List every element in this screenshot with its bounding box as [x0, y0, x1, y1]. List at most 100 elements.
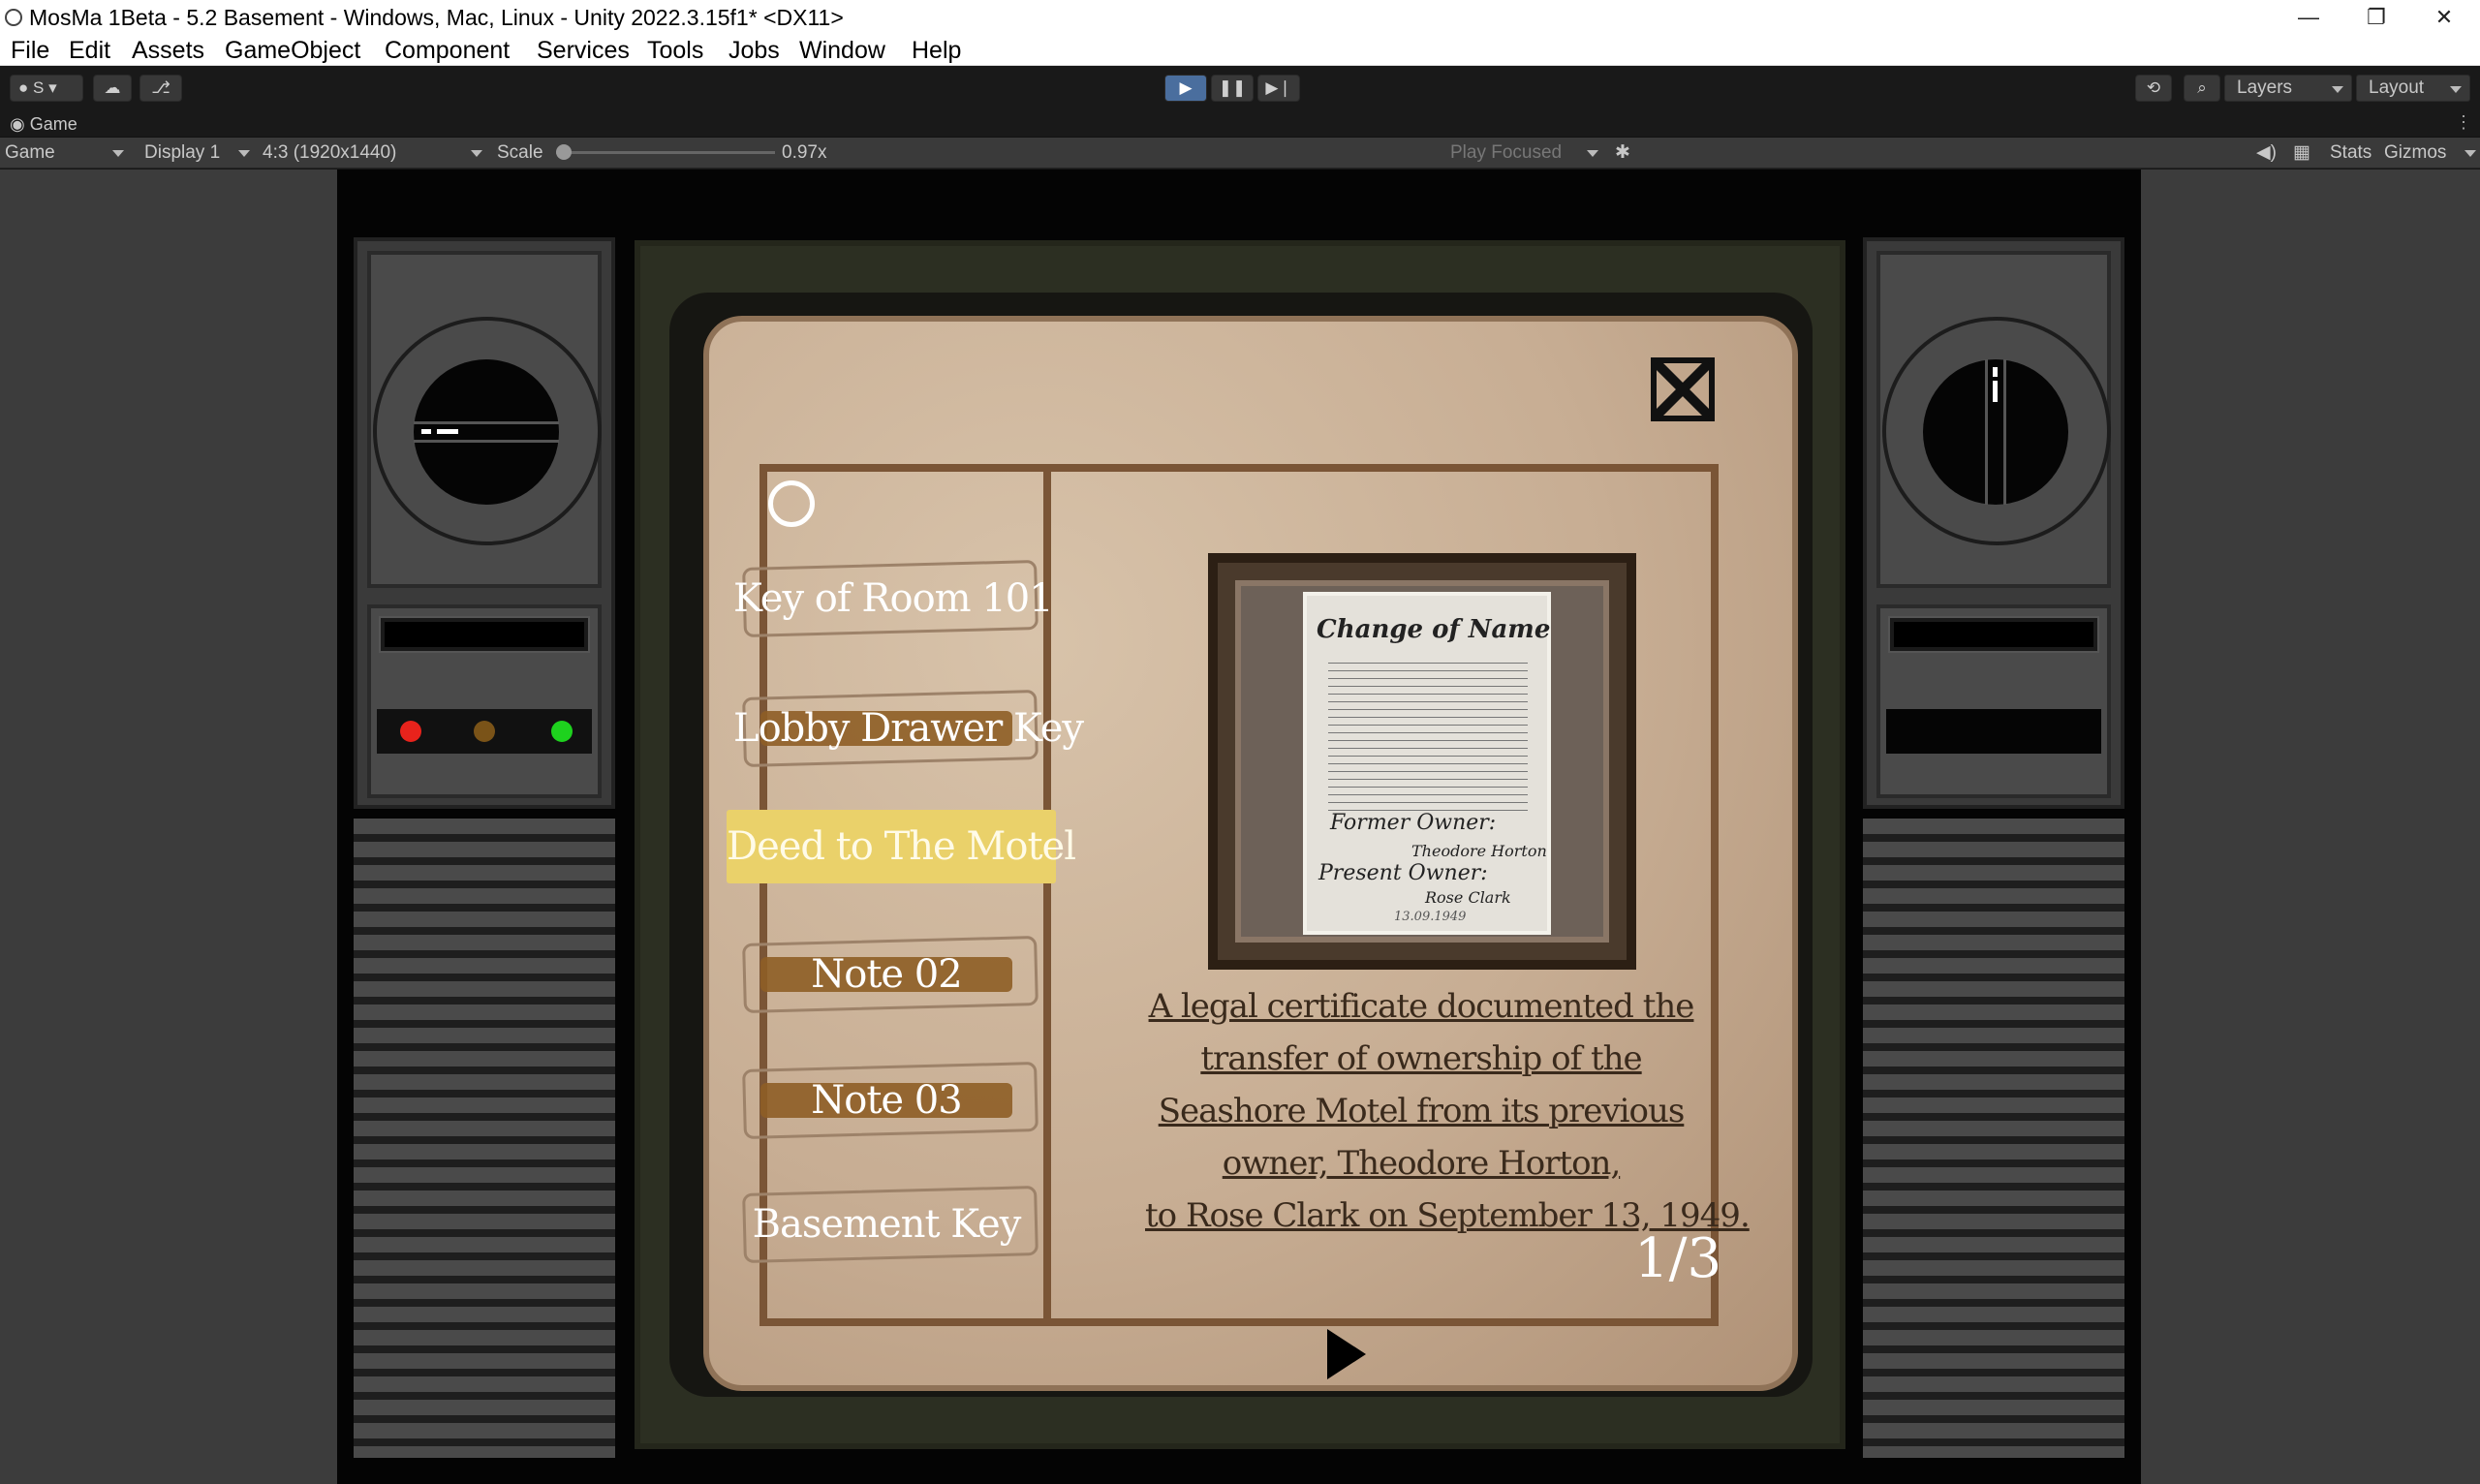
game-panel-header: ◉ Game ⋮: [0, 110, 2480, 138]
gamepad-icon: ◉: [10, 114, 25, 134]
gizmos-dropdown[interactable]: Gizmos: [2379, 139, 2480, 167]
game-mode-label: Game: [5, 142, 55, 163]
history-button[interactable]: ⟲: [2135, 75, 2172, 102]
certificate-present-name: Rose Clark: [1425, 888, 1511, 907]
item-preview-frame: Change of Name Former Owner: Theodore Ho…: [1208, 553, 1636, 970]
chevron-down-icon: [238, 150, 250, 157]
item-key-room-101[interactable]: Key of Room 101: [733, 560, 1054, 637]
layout-dropdown[interactable]: Layout: [2356, 75, 2470, 102]
cloud-icon: ☁: [104, 78, 121, 97]
menu-services[interactable]: Services: [537, 35, 630, 66]
dial-knob: [414, 359, 559, 505]
item-label: Deed to The Motel: [727, 824, 1076, 869]
indicator-circle-icon: [768, 480, 815, 527]
aspect-label: 4:3 (1920x1440): [263, 142, 397, 163]
item-label: Lobby Drawer Key: [733, 706, 1084, 751]
minimize-button[interactable]: —: [2275, 0, 2342, 35]
play-focused-label: Play Focused: [1450, 142, 1563, 163]
branch-icon: ⎇: [151, 78, 170, 97]
speaker-control-panel: [367, 604, 602, 798]
pause-icon: ❚❚: [1218, 78, 1247, 97]
certificate-image: Change of Name Former Owner: Theodore Ho…: [1303, 592, 1551, 935]
chevron-down-icon: [471, 150, 482, 157]
item-lobby-drawer-key[interactable]: Lobby Drawer Key: [733, 690, 1084, 767]
menu-bar: File Edit Assets GameObject Component Se…: [0, 35, 2480, 66]
speaker-cabinet: [1863, 237, 2124, 809]
item-note-03[interactable]: Note 03: [733, 1062, 1039, 1139]
tab-game[interactable]: ◉ Game: [10, 112, 78, 136]
restore-button[interactable]: ❐: [2342, 0, 2410, 35]
menu-tools[interactable]: Tools: [647, 35, 703, 66]
item-deed-to-motel[interactable]: Deed to The Motel: [727, 810, 1076, 883]
certificate-title: Change of Name: [1317, 615, 1551, 644]
speaker-grille: [1863, 819, 2124, 1458]
next-page-button[interactable]: [1327, 1329, 1366, 1379]
scale-label: Scale: [497, 142, 543, 163]
game-mode-dropdown[interactable]: Game: [0, 139, 128, 167]
scale-value: 0.97x: [782, 142, 827, 163]
main-toolbar: ● S ▾ ☁ ⎇ ▶ ❚❚ ▶❘ ⟲ ⌕ Layers Layout: [0, 66, 2480, 110]
play-button[interactable]: ▶: [1164, 75, 1207, 102]
speaker-cone: [367, 251, 602, 588]
menu-gameobject[interactable]: GameObject: [225, 35, 360, 66]
pause-button[interactable]: ❚❚: [1211, 75, 1254, 102]
play-focused-dropdown[interactable]: Play Focused: [1445, 139, 1602, 167]
certificate-body-lines: [1328, 656, 1528, 811]
cloud-button[interactable]: ☁: [93, 75, 132, 102]
page-indicator: 1/3: [1634, 1227, 1722, 1290]
description-line: to Rose Clark on September 13, 1949.: [1145, 1196, 1751, 1235]
item-description: A legal certificate documented the trans…: [1145, 980, 1751, 1242]
account-label: S: [33, 78, 45, 97]
certificate-former-name: Theodore Horton: [1411, 842, 1547, 860]
step-button[interactable]: ▶❘: [1257, 75, 1300, 102]
item-basement-key[interactable]: Basement Key: [733, 1186, 1039, 1263]
item-note-02[interactable]: Note 02: [733, 936, 1039, 1013]
dial-knob: [1923, 359, 2068, 505]
speaker-cone: [1876, 251, 2111, 588]
item-label: Basement Key: [752, 1202, 1022, 1247]
game-canvas: Key of Room 101 Lobby Drawer Key Deed to…: [337, 170, 2141, 1484]
inventory-board: Key of Room 101 Lobby Drawer Key Deed to…: [635, 240, 1845, 1449]
speaker-cabinet: [354, 237, 615, 809]
close-inventory-button[interactable]: [1649, 356, 1717, 423]
display-dropdown[interactable]: Display 1: [140, 139, 254, 167]
menu-edit[interactable]: Edit: [69, 35, 110, 66]
amber-lamp-icon: [474, 721, 495, 742]
description-line: Seashore Motel from its previous: [1158, 1092, 1686, 1130]
scale-slider-track[interactable]: [556, 144, 775, 160]
menu-help[interactable]: Help: [912, 35, 961, 66]
menu-file[interactable]: File: [11, 35, 49, 66]
indicator-lights-off: [1886, 709, 2101, 754]
gizmos-label: Gizmos: [2384, 142, 2447, 163]
menu-assets[interactable]: Assets: [132, 35, 204, 66]
more-options-icon[interactable]: ⋮: [2455, 112, 2472, 133]
unity-logo-icon: [5, 9, 22, 26]
account-dropdown[interactable]: ● S ▾: [10, 75, 83, 102]
close-icon: [1651, 357, 1715, 421]
item-label: Key of Room 101: [733, 576, 1054, 621]
layers-dropdown[interactable]: Layers: [2224, 75, 2352, 102]
stats-button[interactable]: Stats: [2325, 139, 2385, 167]
certificate-date: 13.09.1949: [1394, 910, 1467, 924]
red-lamp-icon: [400, 721, 421, 742]
window-title: MosMa 1Beta - 5.2 Basement - Windows, Ma…: [29, 5, 844, 30]
menu-window[interactable]: Window: [799, 35, 885, 66]
item-label: Note 03: [811, 1078, 962, 1123]
scale-slider-handle[interactable]: [556, 144, 572, 160]
description-line: A legal certificate documented the: [1148, 987, 1695, 1026]
certificate-former-label: Former Owner:: [1330, 811, 1497, 835]
search-icon: ⌕: [2197, 78, 2207, 97]
grid-icon[interactable]: ▦: [2288, 139, 2317, 167]
search-button[interactable]: ⌕: [2184, 75, 2220, 102]
menu-component[interactable]: Component: [385, 35, 510, 66]
bug-icon[interactable]: ✱: [1610, 139, 1639, 167]
right-speaker: [1863, 237, 2124, 1458]
close-window-button[interactable]: ✕: [2410, 0, 2478, 35]
step-icon: ▶❘: [1265, 78, 1292, 97]
menu-jobs[interactable]: Jobs: [728, 35, 780, 66]
collab-button[interactable]: ⎇: [140, 75, 182, 102]
speaker-control-panel: [1876, 604, 2111, 798]
audio-mute-icon[interactable]: ◀): [2251, 139, 2280, 167]
aspect-dropdown[interactable]: 4:3 (1920x1440): [258, 139, 486, 167]
chevron-down-icon: [112, 150, 124, 157]
